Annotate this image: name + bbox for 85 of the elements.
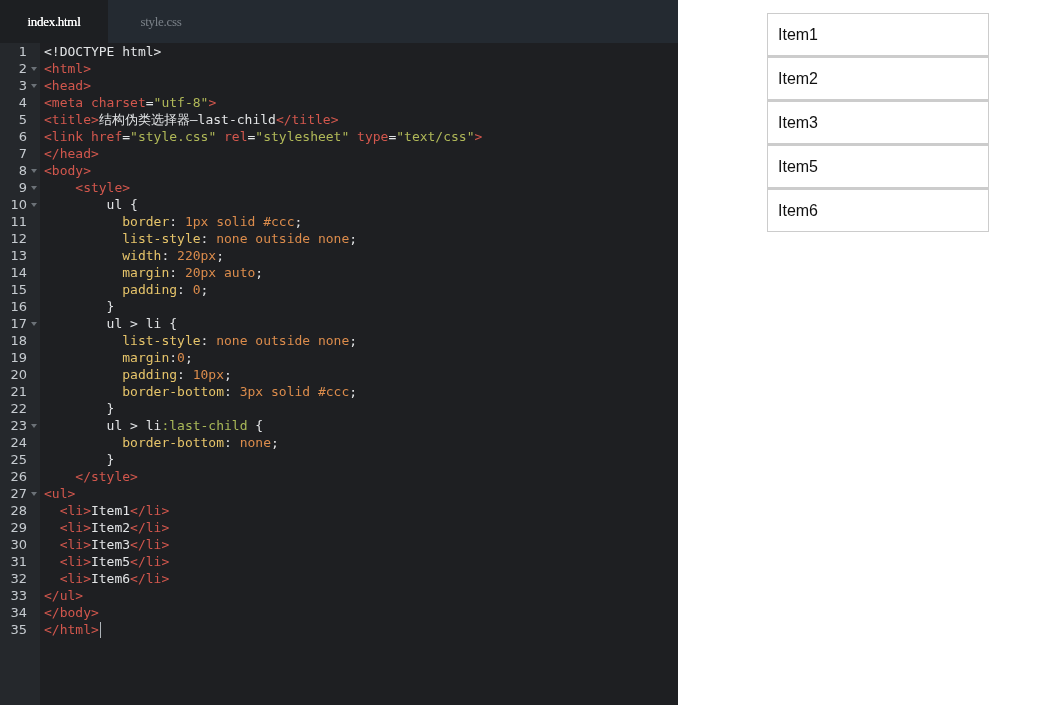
list-item: Item1: [778, 25, 818, 45]
code-line: }: [105, 400, 115, 417]
code-line: <!DOCTYPE html>: [44, 43, 162, 60]
code-line: <style>: [74, 179, 131, 196]
line-number: 27: [9, 485, 27, 502]
code-line: ul {: [105, 196, 138, 213]
code-line: border-bottom: 3px solid #ccc;: [121, 383, 358, 400]
line-number: 1: [17, 43, 27, 60]
fold-arrow-icon[interactable]: [31, 83, 37, 88]
code-line: <title>结构伪类选择器—last-child</title>: [44, 111, 339, 128]
line-number: 4: [17, 94, 27, 111]
line-number: 23: [9, 417, 27, 434]
line-number: 14: [9, 264, 27, 281]
line-number: 33: [9, 587, 27, 604]
code-line: </ul>: [44, 587, 84, 604]
list-item: Item3: [778, 113, 818, 133]
code-line: <html>: [44, 60, 91, 77]
line-number: 7: [17, 145, 27, 162]
file-tab[interactable]: style.css: [108, 0, 214, 43]
line-number: 10: [9, 196, 27, 213]
code-line: border: 1px solid #ccc;: [121, 213, 303, 230]
line-number: 16: [9, 298, 27, 315]
code-line: width: 220px;: [121, 247, 225, 264]
fold-arrow-icon[interactable]: [31, 185, 37, 190]
line-number: 17: [9, 315, 27, 332]
line-number: 3: [17, 77, 27, 94]
list-item: Item2: [778, 69, 818, 89]
list-item: Item5: [778, 157, 818, 177]
line-number: 24: [9, 434, 27, 451]
code-line: <li>Item1</li>: [58, 502, 170, 519]
line-number: 30: [9, 536, 27, 553]
code-line: <li>Item6</li>: [58, 570, 170, 587]
line-number: 20: [9, 366, 27, 383]
code-line: margin:0;: [121, 349, 193, 366]
code-line: list-style: none outside none;: [121, 230, 358, 247]
line-number: 15: [9, 281, 27, 298]
code-line: padding: 10px;: [121, 366, 232, 383]
code-line: ul > li:last-child {: [105, 417, 264, 434]
line-number: 12: [9, 230, 27, 247]
fold-arrow-icon[interactable]: [31, 423, 37, 428]
code-line: <body>: [44, 162, 91, 179]
code-line: <li>Item2</li>: [58, 519, 170, 536]
fold-arrow-icon[interactable]: [31, 168, 37, 173]
code-line: }: [105, 451, 115, 468]
line-number: 32: [9, 570, 27, 587]
code-line: list-style: none outside none;: [121, 332, 358, 349]
code-line: </body>: [44, 604, 99, 621]
code-line: <link href="style.css" rel="stylesheet" type="text/css">: [44, 128, 483, 145]
line-number: 18: [9, 332, 27, 349]
line-number: 6: [17, 128, 27, 145]
line-number: 2: [17, 60, 27, 77]
code-line: border-bottom: none;: [121, 434, 279, 451]
file-tab[interactable]: index.html: [0, 0, 108, 43]
line-number: 9: [17, 179, 27, 196]
line-number: 13: [9, 247, 27, 264]
line-number: 22: [9, 400, 27, 417]
code-line: padding: 0;: [121, 281, 209, 298]
line-number: 28: [9, 502, 27, 519]
fold-arrow-icon[interactable]: [31, 321, 37, 326]
list-item: Item6: [778, 201, 818, 221]
line-number: 21: [9, 383, 27, 400]
code-line: </head>: [44, 145, 99, 162]
line-number: 26: [9, 468, 27, 485]
code-line: <li>Item5</li>: [58, 553, 170, 570]
line-number: 25: [9, 451, 27, 468]
fold-arrow-icon[interactable]: [31, 66, 37, 71]
line-number: 31: [9, 553, 27, 570]
line-number: 8: [17, 162, 27, 179]
code-line: <li>Item3</li>: [58, 536, 170, 553]
code-line: </style>: [74, 468, 138, 485]
code-line: ul > li {: [105, 315, 178, 332]
code-line: <ul>: [44, 485, 76, 502]
code-line: <head>: [44, 77, 91, 94]
line-number: 19: [9, 349, 27, 366]
code-line: margin: 20px auto;: [121, 264, 264, 281]
line-number: 5: [17, 111, 27, 128]
line-number: 11: [9, 213, 27, 230]
fold-arrow-icon[interactable]: [31, 202, 37, 207]
code-line: }: [105, 298, 115, 315]
line-number: 34: [9, 604, 27, 621]
code-line: </html>: [44, 621, 99, 638]
fold-arrow-icon[interactable]: [31, 491, 37, 496]
code-line: <meta charset="utf-8">: [44, 94, 217, 111]
line-number: 29: [9, 519, 27, 536]
line-number: 35: [9, 621, 27, 638]
